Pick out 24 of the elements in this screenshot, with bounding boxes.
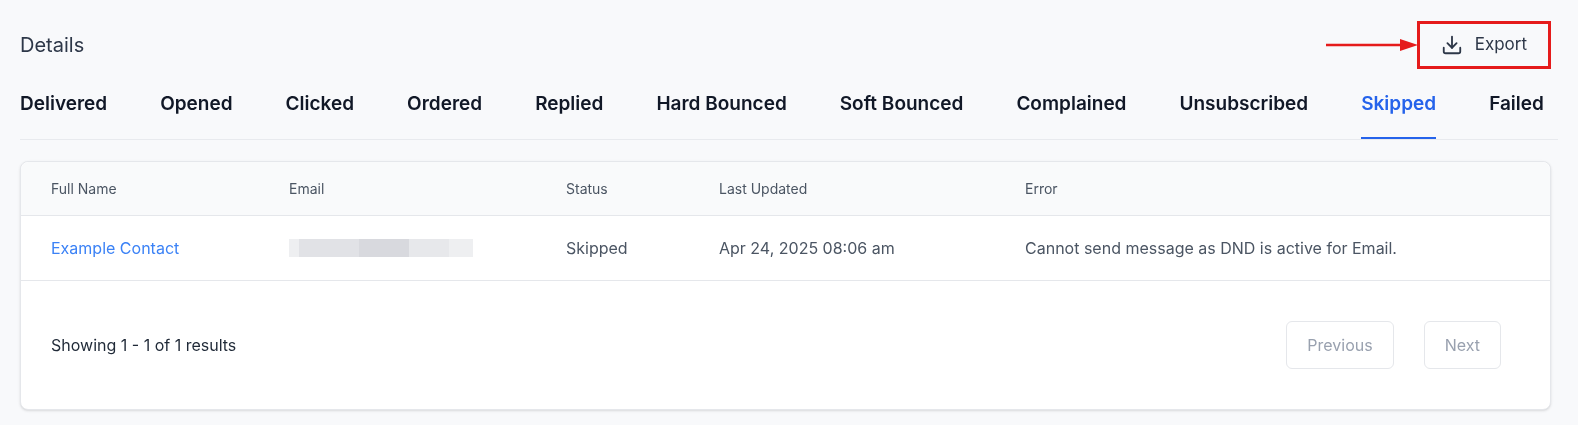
section-title: Details <box>20 32 85 59</box>
tab[interactable]: Clicked <box>285 88 355 139</box>
tab[interactable]: Failed <box>1489 88 1544 139</box>
tab[interactable]: Skipped <box>1361 88 1437 139</box>
column-header: Full Name <box>51 178 118 199</box>
column-header: Status <box>566 178 609 199</box>
column-header: Email <box>289 178 326 199</box>
tab[interactable]: Unsubscribed <box>1179 88 1309 139</box>
download-icon <box>1440 34 1463 56</box>
results-summary: Showing 1 - 1 of 1 results <box>51 333 237 357</box>
tab[interactable]: Ordered <box>407 88 483 139</box>
date-text: Apr 24, 2025 08:06 am <box>719 236 896 260</box>
tab[interactable]: Delivered <box>20 88 108 139</box>
tab[interactable]: Complained <box>1016 88 1127 139</box>
tab[interactable]: Replied <box>535 88 604 139</box>
error-text: Cannot send message as DND is active for Email. <box>1025 236 1398 260</box>
tab[interactable]: Hard Bounced <box>656 88 787 139</box>
export-button[interactable]: Export <box>1420 25 1547 65</box>
status-text: Skipped <box>566 236 629 260</box>
tab[interactable]: Soft Bounced <box>839 88 964 139</box>
column-header: Last Updated <box>719 178 809 199</box>
column-header: Error <box>1025 178 1059 199</box>
tab[interactable]: Opened <box>160 88 233 139</box>
contact-link[interactable]: Example Contact <box>51 235 180 260</box>
